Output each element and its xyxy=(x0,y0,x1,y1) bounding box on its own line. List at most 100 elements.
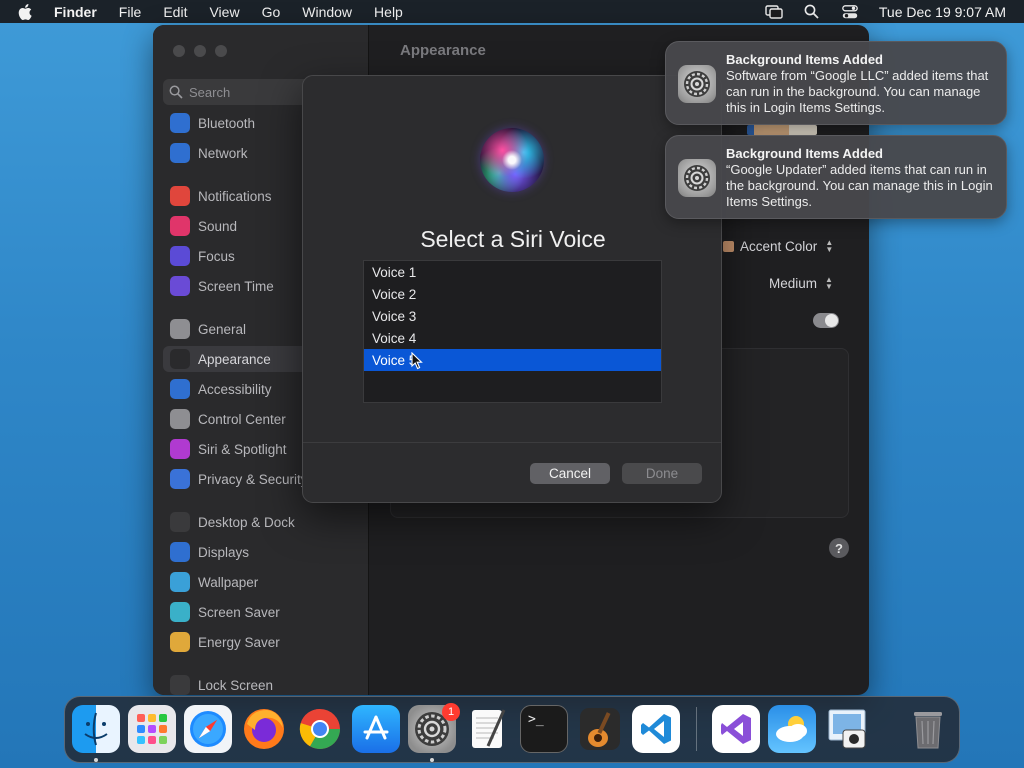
sidebar-item-label: Wallpaper xyxy=(198,574,259,590)
appearance-icon xyxy=(170,349,190,369)
sun-icon xyxy=(170,542,190,562)
visual-studio-icon[interactable] xyxy=(712,705,760,753)
voice-list[interactable]: Voice 1 Voice 2 Voice 3 Voice 4 Voice 5 xyxy=(363,260,662,403)
sidebar-item-label: Network xyxy=(198,145,248,161)
system-settings-gear-icon xyxy=(678,65,716,103)
sidebar-item-label: Displays xyxy=(198,544,250,560)
flower-icon xyxy=(170,572,190,592)
accent-color-label: Accent Color xyxy=(740,238,818,254)
menu-file[interactable]: File xyxy=(119,4,142,20)
mouse-cursor-icon xyxy=(411,352,423,370)
bulb-icon xyxy=(170,632,190,652)
apple-menu-icon[interactable] xyxy=(18,3,36,21)
menu-app-name[interactable]: Finder xyxy=(54,4,97,20)
siri-voice-dialog: Select a Siri Voice Voice 1 Voice 2 Voice … xyxy=(302,75,722,503)
launchpad-icon[interactable] xyxy=(128,705,176,753)
sidebar-item-label: Focus xyxy=(198,248,235,264)
search-placeholder: Search xyxy=(189,84,231,100)
app-store-icon[interactable] xyxy=(352,705,400,753)
sidebar-item-label: Lock Screen xyxy=(198,677,274,693)
done-button[interactable]: Done xyxy=(622,463,702,484)
pane-title: Appearance xyxy=(400,42,486,59)
cancel-button[interactable]: Cancel xyxy=(530,463,610,484)
close-window-button[interactable] xyxy=(173,45,185,57)
chevron-updown-icon: ▲ ▼ xyxy=(825,275,833,291)
sidebar-item-label: Siri & Spotlight xyxy=(198,441,287,457)
sidebar-item-label: Control Center xyxy=(198,411,286,427)
bell-icon xyxy=(170,186,190,206)
sidebar-item-lock-screen[interactable]: Lock Screen xyxy=(163,672,359,695)
sidebar-item-energy-saver[interactable]: Energy Saver xyxy=(163,629,359,655)
running-indicator xyxy=(430,758,434,762)
menu-clock[interactable]: Tue Dec 19 9:07 AM xyxy=(879,4,1006,20)
garageband-icon[interactable] xyxy=(576,705,624,753)
finder-icon[interactable] xyxy=(72,705,120,753)
search-icon xyxy=(169,85,183,99)
terminal-prompt: >_ xyxy=(528,712,544,727)
hand-icon xyxy=(170,469,190,489)
sidebar-item-wallpaper[interactable]: Wallpaper xyxy=(163,569,359,595)
menu-go[interactable]: Go xyxy=(262,4,281,20)
sidebar-item-label: Screen Time xyxy=(198,278,274,294)
control-center-icon[interactable] xyxy=(841,4,859,20)
sidebar-icon-size-value: Medium xyxy=(769,275,818,291)
terminal-icon[interactable]: >_ xyxy=(520,705,568,753)
spotlight-search-icon[interactable] xyxy=(803,4,821,20)
menu-window[interactable]: Window xyxy=(302,4,352,20)
voice-option[interactable]: Voice 5 xyxy=(364,349,661,371)
notification-title: Background Items Added xyxy=(726,52,883,67)
menu-help[interactable]: Help xyxy=(374,4,403,20)
safari-icon[interactable] xyxy=(184,705,232,753)
dock: 1 >_ xyxy=(64,696,960,763)
sidebar-item-screen-saver[interactable]: Screen Saver xyxy=(163,599,359,625)
voice-option[interactable]: Voice 2 xyxy=(364,283,661,305)
control-center-icon xyxy=(170,409,190,429)
hourglass-icon xyxy=(170,276,190,296)
voice-option[interactable]: Voice 1 xyxy=(364,261,661,283)
firefox-icon[interactable] xyxy=(240,705,288,753)
sidebar-item-label: Notifications xyxy=(198,188,272,204)
screen-mirroring-icon[interactable] xyxy=(765,4,783,20)
running-indicator xyxy=(94,758,98,762)
sidebar-icon-size-control[interactable]: Medium ▲ ▼ xyxy=(769,275,835,291)
moon-icon xyxy=(170,246,190,266)
sidebar-item-label: Privacy & Security xyxy=(198,471,308,487)
sidebar-item-label: Screen Saver xyxy=(198,604,280,620)
siri-orb-icon xyxy=(480,128,544,192)
sidebar-item-desktop-dock[interactable]: Desktop & Dock xyxy=(163,509,359,535)
help-button[interactable]: ? xyxy=(829,538,849,558)
minimize-window-button[interactable] xyxy=(194,45,206,57)
sidebar-item-label: Bluetooth xyxy=(198,115,256,131)
sidebar-item-displays[interactable]: Displays xyxy=(163,539,359,565)
wallpaper-thumbnail-strip xyxy=(747,125,817,135)
notification-background-items-google-updater[interactable]: Background Items Added “Google Updater” … xyxy=(665,135,1007,219)
trash-icon[interactable] xyxy=(904,705,952,753)
sidebar-item-label: Desktop & Dock xyxy=(198,514,295,530)
sidebar-item-label: Sound xyxy=(198,218,238,234)
speaker-icon xyxy=(170,216,190,236)
globe-icon xyxy=(170,143,190,163)
weather-icon[interactable] xyxy=(768,705,816,753)
sidebar-item-label: General xyxy=(198,321,247,337)
preview-icon[interactable] xyxy=(824,705,872,753)
vscode-icon[interactable] xyxy=(632,705,680,753)
voice-option[interactable]: Voice 4 xyxy=(364,327,661,349)
menu-view[interactable]: View xyxy=(209,4,239,20)
notification-body: Software from “Google LLC” added items t… xyxy=(726,68,989,115)
textedit-icon[interactable] xyxy=(464,705,512,753)
notification-background-items-google-llc[interactable]: Background Items Added Software from “Go… xyxy=(665,41,1007,125)
chevron-updown-icon: ▲ ▼ xyxy=(825,238,834,254)
menu-edit[interactable]: Edit xyxy=(163,4,187,20)
accent-color-control[interactable]: Accent Color ▲ ▼ xyxy=(723,238,835,254)
notification-body: “Google Updater” added items that can ru… xyxy=(726,162,993,209)
sidebar-item-label: Accessibility xyxy=(198,381,272,397)
chrome-icon[interactable] xyxy=(296,705,344,753)
siri-icon xyxy=(170,439,190,459)
settings-toggle[interactable] xyxy=(813,313,839,328)
zoom-window-button[interactable] xyxy=(215,45,227,57)
gear-icon xyxy=(170,319,190,339)
notification-title: Background Items Added xyxy=(726,146,883,161)
lock-icon xyxy=(170,675,190,695)
dock-icon xyxy=(170,512,190,532)
voice-option[interactable]: Voice 3 xyxy=(364,305,661,327)
